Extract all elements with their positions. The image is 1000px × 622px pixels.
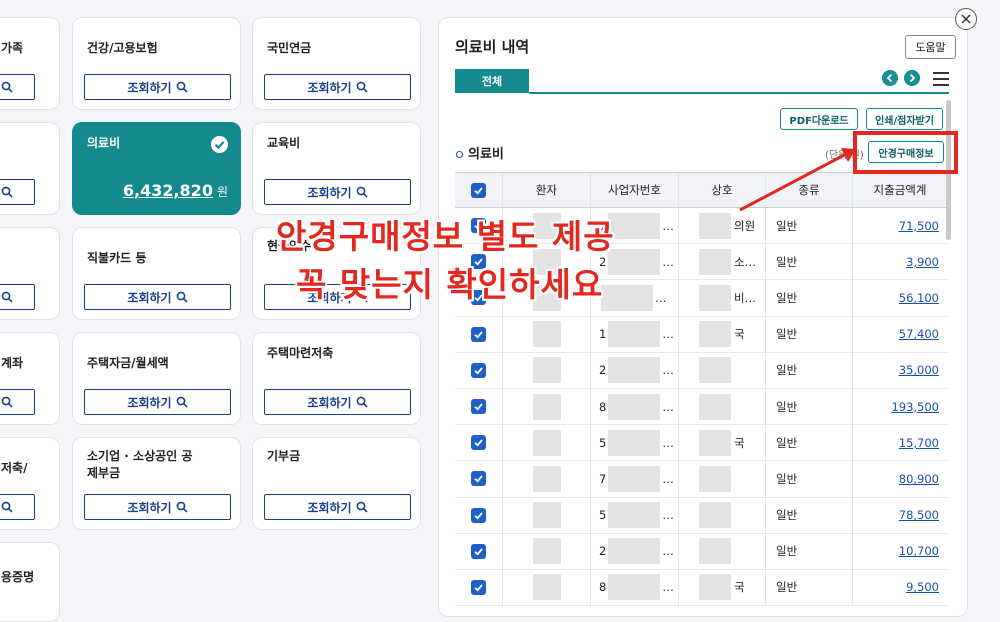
highlight-box <box>853 131 958 174</box>
annotation-line-2: 꼭 맞는지 확인하세요 <box>296 265 604 304</box>
annotation-line-1: 안경구매정보 별도 제공 <box>276 217 615 256</box>
